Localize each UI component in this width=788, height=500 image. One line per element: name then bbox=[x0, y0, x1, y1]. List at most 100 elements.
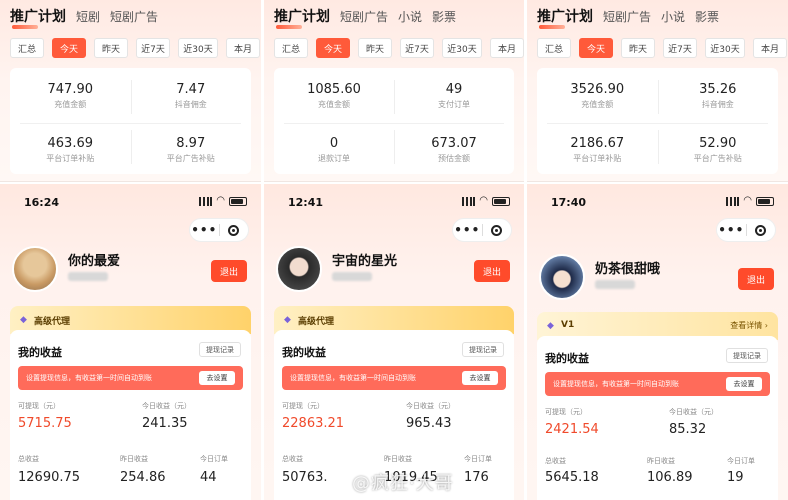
filter-30-days[interactable]: 近30天 bbox=[705, 38, 745, 58]
stats-panel: 推广计划 短剧广告 小说 影票 汇总 今天 昨天 近7天 近30天 本月 108… bbox=[264, 0, 524, 182]
filter-yesterday[interactable]: 昨天 bbox=[358, 38, 392, 58]
filter-this-month[interactable]: 本月 bbox=[490, 38, 524, 58]
logout-button[interactable]: 退出 bbox=[211, 260, 247, 282]
withdrawable-label: 可提现（元） bbox=[282, 402, 324, 410]
status-time: 17:40 bbox=[551, 196, 587, 209]
withdraw-record-button[interactable]: 提现记录 bbox=[199, 342, 241, 357]
date-filter: 汇总 今天 昨天 近7天 近30天 本月 bbox=[274, 38, 524, 58]
filter-yesterday[interactable]: 昨天 bbox=[94, 38, 128, 58]
today-earnings-label: 今日收益（元） bbox=[142, 402, 191, 410]
filter-summary[interactable]: 汇总 bbox=[274, 38, 308, 58]
avatar bbox=[12, 246, 58, 292]
tab-short-drama-ads[interactable]: 短剧广告 bbox=[603, 8, 651, 26]
divider bbox=[547, 123, 768, 124]
today-orders-label: 今日订单 bbox=[727, 457, 755, 465]
agent-level-label: 高级代理 bbox=[34, 317, 71, 327]
tab-promotion-plan[interactable]: 推广计划 bbox=[537, 8, 593, 29]
wifi-icon: ◠ bbox=[743, 195, 752, 206]
tab-movie-tickets[interactable]: 影票 bbox=[695, 8, 719, 26]
target-close-icon[interactable] bbox=[747, 224, 776, 236]
yesterday-earnings-amount: 106.89 bbox=[647, 470, 693, 485]
stat-value: 747.90 bbox=[47, 82, 94, 97]
filter-30-days[interactable]: 近30天 bbox=[442, 38, 482, 58]
view-details-link[interactable]: 查看详情 › bbox=[730, 320, 768, 331]
go-settings-button[interactable]: 去设置 bbox=[726, 377, 762, 391]
tab-movie-tickets[interactable]: 影票 bbox=[432, 8, 456, 26]
stat-item: 52.90 平台广告补贴 bbox=[658, 136, 779, 165]
filter-7-days[interactable]: 近7天 bbox=[663, 38, 697, 58]
go-settings-button[interactable]: 去设置 bbox=[199, 371, 235, 385]
filter-yesterday[interactable]: 昨天 bbox=[621, 38, 655, 58]
stat-item: 7.47 抖音佣金 bbox=[131, 82, 252, 111]
withdrawable-label: 可提现（元） bbox=[18, 402, 60, 410]
today-orders-label: 今日订单 bbox=[464, 455, 492, 463]
stat-item: 673.07 预估金额 bbox=[394, 136, 514, 165]
today-earnings-label: 今日收益（元） bbox=[669, 408, 718, 416]
stat-item: 3526.90 充值金额 bbox=[537, 82, 658, 111]
target-close-icon[interactable] bbox=[483, 224, 512, 236]
avatar bbox=[539, 254, 585, 300]
avatar bbox=[276, 246, 322, 292]
go-settings-button[interactable]: 去设置 bbox=[462, 371, 498, 385]
more-dots-icon[interactable]: ••• bbox=[453, 224, 482, 236]
profile-screen: 12:41 ◠ ••• 宇宙的星光 退出 ◆ 高级代理 我的收益 提现记录 设置… bbox=[264, 184, 524, 500]
user-name: 宇宙的星光 bbox=[332, 254, 398, 269]
withdraw-record-button[interactable]: 提现记录 bbox=[462, 342, 504, 357]
battery-icon bbox=[229, 196, 247, 206]
filter-today[interactable]: 今天 bbox=[52, 38, 86, 58]
stat-label: 抖音佣金 bbox=[174, 100, 207, 109]
stat-label: 平台订单补贴 bbox=[46, 154, 95, 163]
logout-button[interactable]: 退出 bbox=[738, 268, 774, 290]
signal-icon bbox=[726, 196, 740, 206]
profile-screen: 16:24 ◠ ••• 你的最爱 退出 ◆ 高级代理 我的收益 提现记录 设置提… bbox=[0, 184, 261, 500]
stat-item: 463.69 平台订单补贴 bbox=[10, 136, 131, 165]
filter-summary[interactable]: 汇总 bbox=[10, 38, 44, 58]
withdraw-notice: 设置提现信息，有收益第一时间自动到账 去设置 bbox=[282, 366, 506, 390]
diamond-icon: ◆ bbox=[20, 315, 27, 325]
withdraw-record-button[interactable]: 提现记录 bbox=[726, 348, 768, 363]
tab-novel[interactable]: 小说 bbox=[661, 8, 685, 26]
filter-30-days[interactable]: 近30天 bbox=[178, 38, 218, 58]
filter-today[interactable]: 今天 bbox=[579, 38, 613, 58]
status-time: 16:24 bbox=[24, 196, 60, 209]
logout-button[interactable]: 退出 bbox=[474, 260, 510, 282]
tab-promotion-plan[interactable]: 推广计划 bbox=[10, 8, 66, 29]
yesterday-earnings-amount: 254.86 bbox=[120, 470, 166, 485]
status-icons: ◠ bbox=[462, 196, 510, 206]
stat-label: 平台广告补贴 bbox=[693, 154, 742, 163]
filter-this-month[interactable]: 本月 bbox=[226, 38, 260, 58]
earnings-title: 我的收益 bbox=[18, 346, 62, 359]
status-icons: ◠ bbox=[199, 196, 247, 206]
target-close-icon[interactable] bbox=[220, 224, 249, 236]
filter-7-days[interactable]: 近7天 bbox=[136, 38, 170, 58]
more-dots-icon[interactable]: ••• bbox=[717, 224, 746, 236]
tab-short-drama[interactable]: 短剧 bbox=[76, 8, 100, 26]
withdraw-notice: 设置提现信息，有收益第一时间自动到账 去设置 bbox=[545, 372, 770, 396]
stat-value: 0 bbox=[329, 136, 339, 151]
tab-short-drama-ads[interactable]: 短剧广告 bbox=[340, 8, 388, 26]
user-name: 奶茶很甜哦 bbox=[595, 262, 661, 277]
yesterday-earnings-label: 昨日收益 bbox=[384, 455, 412, 463]
category-tabs: 推广计划 短剧广告 小说 影票 bbox=[537, 8, 729, 29]
stat-label: 充值金额 bbox=[318, 100, 350, 109]
stat-value: 52.90 bbox=[699, 136, 737, 151]
date-filter: 汇总 今天 昨天 近7天 近30天 本月 bbox=[537, 38, 788, 58]
stat-item: 2186.67 平台订单补贴 bbox=[537, 136, 658, 165]
withdrawable-amount: 2421.54 bbox=[545, 422, 599, 437]
tab-novel[interactable]: 小说 bbox=[398, 8, 422, 26]
earnings-title: 我的收益 bbox=[282, 346, 326, 359]
signal-icon bbox=[199, 196, 213, 206]
filter-this-month[interactable]: 本月 bbox=[753, 38, 787, 58]
stat-card: 3526.90 充值金额 35.26 抖音佣金 2186.67 平台订单补贴 52.9… bbox=[537, 68, 778, 174]
filter-summary[interactable]: 汇总 bbox=[537, 38, 571, 58]
stat-card: 1085.60 充值金额 49 支付订单 0 退款订单 673.07 预估金额 bbox=[274, 68, 514, 174]
filter-7-days[interactable]: 近7天 bbox=[400, 38, 434, 58]
category-tabs: 推广计划 短剧 短剧广告 bbox=[10, 8, 168, 29]
filter-today[interactable]: 今天 bbox=[316, 38, 350, 58]
agent-level-label: 高级代理 bbox=[298, 317, 335, 327]
user-name: 你的最爱 bbox=[68, 254, 121, 269]
total-earnings-amount: 12690.75 bbox=[18, 470, 81, 485]
tab-short-drama-ads[interactable]: 短剧广告 bbox=[110, 8, 158, 26]
more-dots-icon[interactable]: ••• bbox=[190, 224, 219, 236]
tab-promotion-plan[interactable]: 推广计划 bbox=[274, 8, 330, 29]
